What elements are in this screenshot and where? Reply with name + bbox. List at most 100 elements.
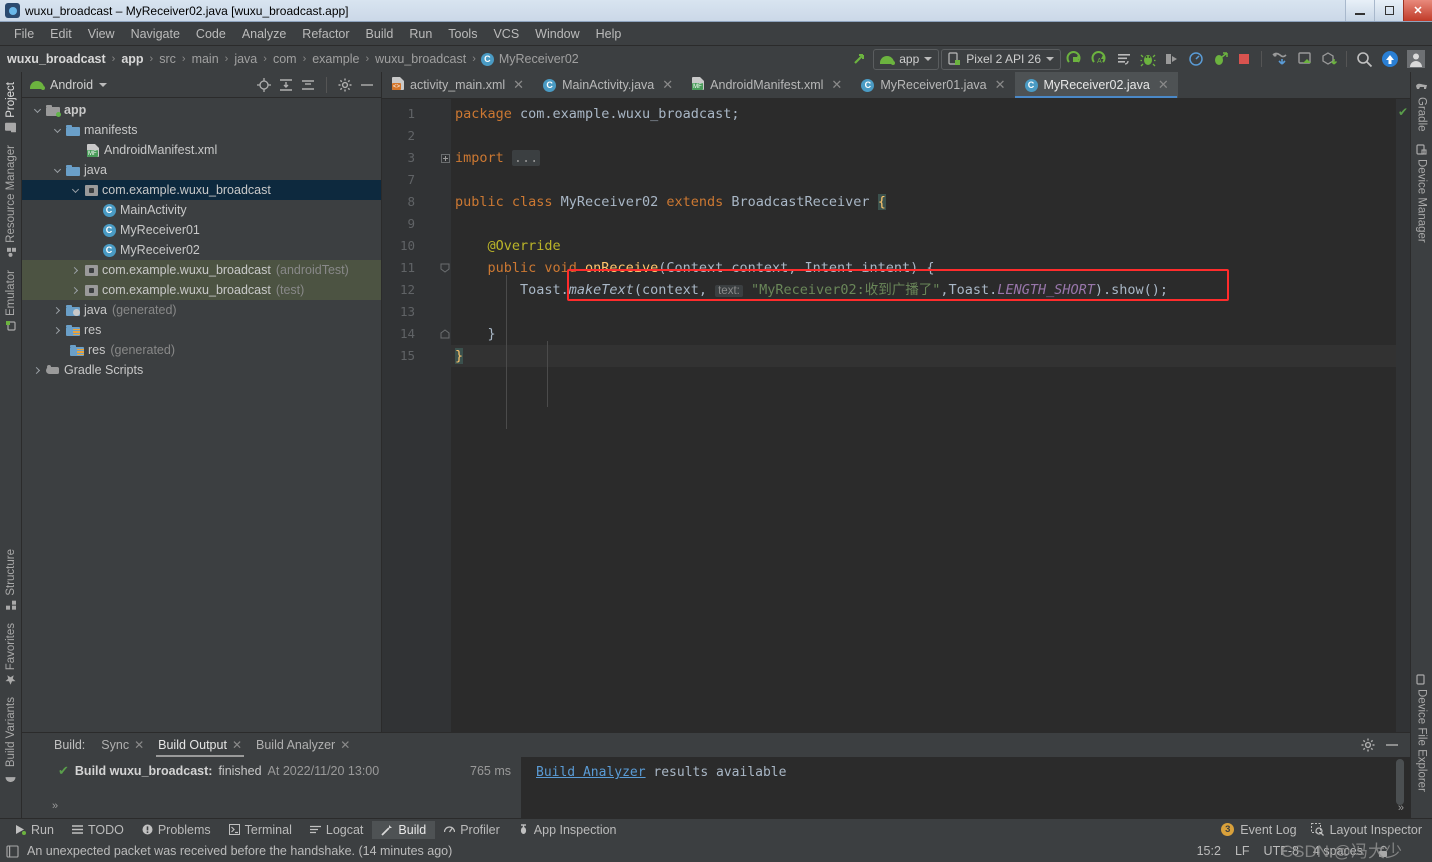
chevron-down-icon[interactable] xyxy=(50,165,64,173)
tree-item-main-activity[interactable]: C MainActivity xyxy=(22,200,381,220)
logcat-icon[interactable] xyxy=(1113,49,1135,69)
close-icon[interactable]: ✕ xyxy=(134,738,144,752)
menu-item-navigate[interactable]: Navigate xyxy=(123,25,188,43)
indent-setting[interactable]: 4 spaces xyxy=(1313,844,1363,858)
run-configuration-selector[interactable]: app xyxy=(873,48,940,70)
tab-android-manifest-xml[interactable]: MF AndroidManifest.xml ✕ xyxy=(682,72,851,98)
fold-region-start-icon[interactable] xyxy=(439,257,451,279)
breadcrumb-item-project[interactable]: wuxu_broadcast xyxy=(6,52,107,66)
profiler-icon[interactable] xyxy=(1185,49,1207,69)
tool-button-run[interactable]: Run xyxy=(6,821,63,839)
tree-item-app[interactable]: app xyxy=(22,100,381,120)
run-icon[interactable] xyxy=(1063,49,1086,69)
stop-icon[interactable] xyxy=(1233,49,1255,69)
tool-button-app-inspection[interactable]: App Inspection xyxy=(509,821,626,839)
menu-item-code[interactable]: Code xyxy=(188,25,234,43)
tree-item-package-main[interactable]: com.example.wuxu_broadcast xyxy=(22,180,381,200)
chevron-down-icon[interactable] xyxy=(68,185,82,193)
breadcrumb-item-src[interactable]: src xyxy=(158,52,177,66)
sidebar-item-device-file-explorer[interactable]: Device File Explorer xyxy=(1413,668,1431,798)
minimize-button[interactable] xyxy=(1345,0,1374,21)
tool-button-layout-inspector[interactable]: Layout Inspector xyxy=(1310,821,1422,839)
sidebar-item-build-variants[interactable]: Build Variants xyxy=(2,691,20,788)
tree-item-android-manifest[interactable]: MF AndroidManifest.xml xyxy=(22,140,381,160)
build-tab-build-output[interactable]: Build Output ✕ xyxy=(152,736,248,757)
line-separator[interactable]: LF xyxy=(1235,844,1250,858)
menu-item-help[interactable]: Help xyxy=(588,25,630,43)
file-encoding[interactable]: UTF-8 xyxy=(1264,844,1299,858)
build-analyzer-link[interactable]: Build Analyzer xyxy=(536,765,646,780)
unlocked-icon[interactable] xyxy=(1377,845,1390,858)
tab-my-receiver-02-java[interactable]: C MyReceiver02.java ✕ xyxy=(1014,72,1178,98)
tree-item-package-test[interactable]: com.example.wuxu_broadcast (test) xyxy=(22,280,381,300)
maximize-button[interactable] xyxy=(1374,0,1403,21)
tree-item-java[interactable]: java xyxy=(22,160,381,180)
update-icon[interactable] xyxy=(1378,49,1402,69)
menu-item-window[interactable]: Window xyxy=(527,25,587,43)
search-icon[interactable] xyxy=(1353,49,1376,69)
breadcrumb-item-example[interactable]: example xyxy=(311,52,360,66)
sidebar-item-device-manager[interactable]: Device Manager xyxy=(1413,138,1431,249)
breadcrumb-item-com[interactable]: com xyxy=(272,52,298,66)
close-button[interactable]: ✕ xyxy=(1403,0,1432,21)
close-icon[interactable]: ✕ xyxy=(232,738,242,752)
run-with-coverage-icon[interactable]: A xyxy=(1088,49,1111,69)
hide-icon[interactable] xyxy=(359,77,375,93)
code-editor[interactable]: 1 2 3 7 8 9 10 11 12 13 14 15 package co… xyxy=(382,99,1410,732)
close-icon[interactable]: ✕ xyxy=(831,77,842,93)
tree-item-res-generated[interactable]: res (generated) xyxy=(22,340,381,360)
close-icon[interactable]: ✕ xyxy=(995,77,1006,93)
menu-item-view[interactable]: View xyxy=(80,25,123,43)
build-result-row[interactable]: ✔ Build wuxu_broadcast: finished At 2022… xyxy=(22,761,521,781)
avd-manager-icon[interactable] xyxy=(1268,49,1292,69)
sdk-manager-icon[interactable] xyxy=(1294,49,1316,69)
expand-all-icon[interactable] xyxy=(278,77,294,93)
chevron-right-icon[interactable] xyxy=(68,286,82,294)
inspection-gutter[interactable]: ✔ xyxy=(1396,99,1410,732)
collapse-all-icon[interactable] xyxy=(300,77,316,93)
settings-gear-icon[interactable] xyxy=(1360,737,1376,753)
sidebar-item-project[interactable]: Project xyxy=(2,76,20,139)
chevron-right-icon[interactable] xyxy=(68,266,82,274)
make-project-icon[interactable] xyxy=(849,49,871,69)
sidebar-item-resource-manager[interactable]: Resource Manager xyxy=(2,139,20,264)
breadcrumb-item-class[interactable]: MyReceiver02 xyxy=(498,52,580,66)
breadcrumb-item-main[interactable]: main xyxy=(191,52,220,66)
tree-item-gradle-scripts[interactable]: Gradle Scripts xyxy=(22,360,381,380)
code-text[interactable]: package com.example.wuxu_broadcast; impo… xyxy=(451,99,1396,732)
breadcrumb-item-app[interactable]: app xyxy=(120,52,144,66)
tree-item-my-receiver-01[interactable]: C MyReceiver01 xyxy=(22,220,381,240)
sidebar-item-structure[interactable]: Structure xyxy=(2,543,20,617)
menu-item-build[interactable]: Build xyxy=(358,25,402,43)
collapsed-imports[interactable]: ... xyxy=(511,150,541,166)
menu-item-refactor[interactable]: Refactor xyxy=(294,25,357,43)
project-view-selector[interactable]: Android xyxy=(50,78,93,92)
chevron-right-icon[interactable] xyxy=(50,326,64,334)
close-icon[interactable]: ✕ xyxy=(662,77,673,93)
sidebar-item-favorites[interactable]: Favorites xyxy=(2,617,20,691)
expand-icon[interactable]: » xyxy=(1398,802,1404,814)
chevron-down-icon[interactable] xyxy=(50,125,64,133)
device-selector[interactable]: Pixel 2 API 26 xyxy=(941,48,1061,70)
tree-item-java-generated[interactable]: java (generated) xyxy=(22,300,381,320)
tree-item-manifests[interactable]: manifests xyxy=(22,120,381,140)
tool-button-build[interactable]: Build xyxy=(372,820,436,839)
menu-item-tools[interactable]: Tools xyxy=(440,25,485,43)
avatar-icon[interactable] xyxy=(1404,49,1428,69)
tree-item-my-receiver-02[interactable]: C MyReceiver02 xyxy=(22,240,381,260)
sidebar-item-gradle[interactable]: Gradle xyxy=(1413,76,1431,138)
run-anything-icon[interactable] xyxy=(1209,49,1231,69)
menu-item-run[interactable]: Run xyxy=(401,25,440,43)
menu-item-edit[interactable]: Edit xyxy=(42,25,80,43)
chevron-down-icon[interactable] xyxy=(30,105,44,113)
tree-item-res[interactable]: res xyxy=(22,320,381,340)
close-icon[interactable]: ✕ xyxy=(340,738,350,752)
breadcrumb-item-package[interactable]: wuxu_broadcast xyxy=(374,52,467,66)
menu-item-file[interactable]: File xyxy=(6,25,42,43)
tree-item-package-android-test[interactable]: com.example.wuxu_broadcast (androidTest) xyxy=(22,260,381,280)
debug-icon[interactable] xyxy=(1137,49,1159,69)
build-output-tree[interactable]: ✔ Build wuxu_broadcast: finished At 2022… xyxy=(22,757,522,818)
tool-button-event-log[interactable]: 3 Event Log xyxy=(1221,821,1297,839)
expand-imports-icon[interactable] xyxy=(439,147,451,169)
build-tab-build-analyzer[interactable]: Build Analyzer ✕ xyxy=(250,736,356,754)
